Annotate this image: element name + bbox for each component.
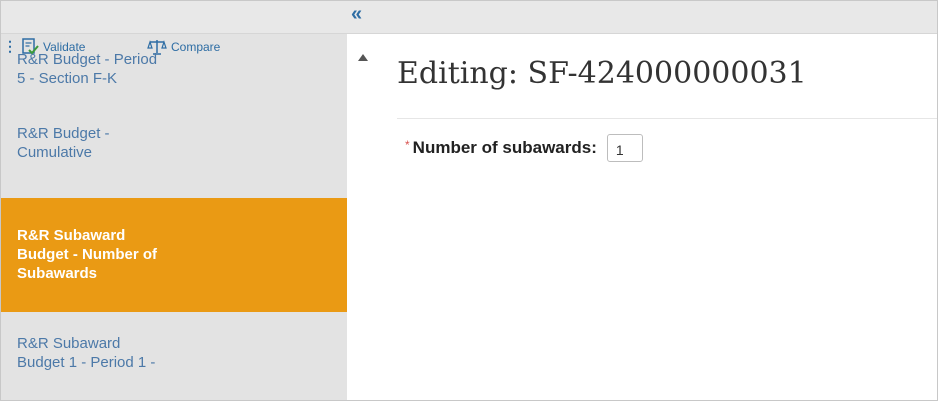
sidebar-item-label: 5 - Section F-K	[17, 70, 118, 87]
sidebar-item-label: R&R Budget - Period	[17, 51, 158, 68]
sidebar-item-label: Budget - Number of	[17, 246, 157, 263]
required-marker: *	[405, 138, 410, 152]
app-window: ⋮ Validate Compare R&R Budget - Period 5…	[0, 0, 938, 401]
title-divider	[397, 118, 937, 119]
scroll-up-icon[interactable]	[358, 53, 368, 61]
top-bar	[1, 1, 937, 34]
sidebar-item-label: R&R Subaward	[17, 227, 126, 244]
sidebar-item-label: Cumulative	[17, 144, 93, 161]
subawards-input[interactable]	[606, 134, 643, 162]
page-title: Editing: SF-424000000031	[397, 56, 807, 91]
sidebar: ⋮ Validate Compare R&R Budget - Period 5…	[1, 34, 347, 400]
sidebar-item-label: R&R Subaward	[17, 335, 121, 352]
sidebar-item-subaward-budget-1[interactable]: R&R Subaward Budget 1 - Period 1 -	[1, 312, 347, 372]
sidebar-item-budget-cumulative[interactable]: R&R Budget - Cumulative	[1, 114, 347, 198]
sidebar-item-label: Subawards	[17, 265, 98, 282]
main-content: Editing: SF-424000000031 * Number of sub…	[378, 34, 937, 400]
collapse-sidebar-icon[interactable]: «	[351, 4, 373, 24]
sidebar-item-subaward-number[interactable]: R&R Subaward Budget - Number of Subaward…	[1, 198, 347, 312]
subawards-field-row: * Number of subawards:	[405, 131, 643, 165]
sidebar-item-label: Budget 1 - Period 1 -	[17, 354, 156, 371]
sidebar-item-budget-period-5[interactable]: R&R Budget - Period 5 - Section F-K	[1, 50, 347, 114]
subawards-field-label: Number of subawards:	[412, 138, 597, 157]
sidebar-nav-list: R&R Budget - Period 5 - Section F-K R&R …	[1, 51, 347, 372]
sidebar-item-label: R&R Budget -	[17, 125, 110, 142]
